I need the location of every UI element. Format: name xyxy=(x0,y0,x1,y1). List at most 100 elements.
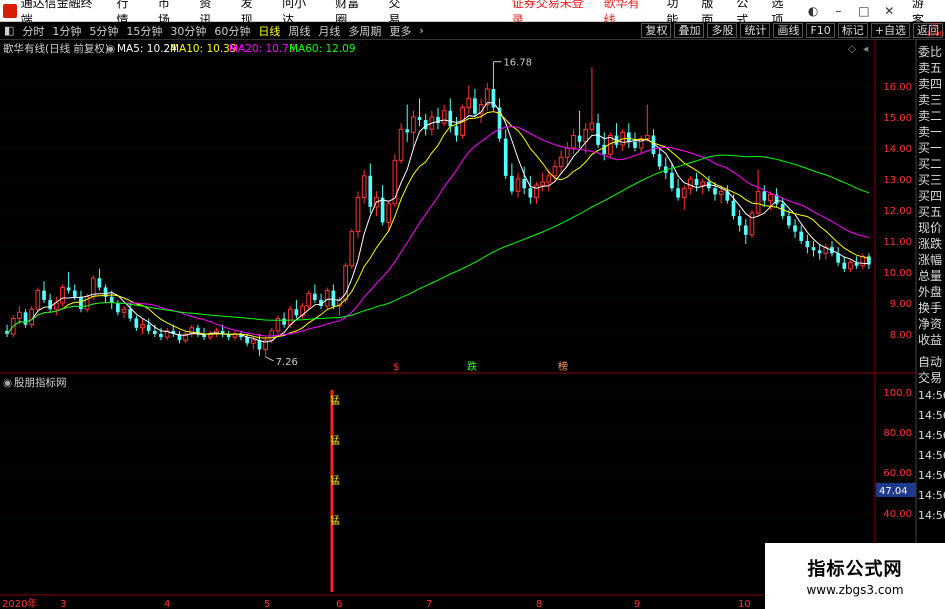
price-tick-label: 11.00 xyxy=(883,237,912,248)
kline-chart[interactable]: 歌华有线(日线 前复权) ◉ MA5: 10.24 MA10: 10.39 MA… xyxy=(0,40,945,609)
ma60-line xyxy=(6,154,870,335)
marker-drop: 跌 xyxy=(467,360,477,373)
candle xyxy=(349,228,355,269)
candle xyxy=(226,330,231,341)
candle xyxy=(657,147,662,170)
candle xyxy=(681,185,687,210)
sub-chart-title: 股朋指标网 xyxy=(14,376,67,389)
candle xyxy=(294,299,299,319)
btn-draw[interactable]: 画线 xyxy=(773,23,804,38)
sub-settings-icon[interactable]: ◉ xyxy=(3,377,12,389)
toolbar-collapse-icon[interactable]: ◧ xyxy=(4,24,14,37)
price-tick-label: 9.00 xyxy=(890,299,912,310)
candle xyxy=(146,318,151,334)
candle xyxy=(644,104,650,142)
candle xyxy=(466,85,472,114)
price-tick-label: 10.00 xyxy=(883,268,912,279)
candle xyxy=(571,129,576,155)
candle xyxy=(743,219,748,245)
candle xyxy=(29,306,35,328)
period-multi[interactable]: 多周期 xyxy=(348,23,381,39)
candle xyxy=(755,169,761,217)
app-logo-icon xyxy=(3,3,17,18)
btn-mark[interactable]: 标记 xyxy=(837,23,868,38)
candle xyxy=(411,110,416,148)
period-more[interactable]: 更多 xyxy=(389,23,411,39)
sub-tick-40: 40.00 xyxy=(883,509,912,520)
candle xyxy=(737,209,742,232)
candle xyxy=(842,256,847,272)
candle xyxy=(694,172,699,192)
low-price-label: 7.26 xyxy=(276,357,298,368)
candle xyxy=(589,67,595,133)
candle xyxy=(836,247,840,266)
minimize-icon[interactable]: – xyxy=(832,4,845,18)
candle xyxy=(799,225,804,245)
low-price-pointer xyxy=(265,356,274,362)
btn-multi-stock[interactable]: 多股 xyxy=(707,23,738,38)
period-5min[interactable]: 5分钟 xyxy=(89,23,118,39)
period-1min[interactable]: 1分钟 xyxy=(52,23,81,39)
trade-times: 14:56 14:56 14:56 14:56 14:56 14:56 14:56 xyxy=(918,386,945,526)
candle xyxy=(196,324,200,338)
candle xyxy=(823,244,829,260)
candle xyxy=(245,333,250,347)
period-60min[interactable]: 60分钟 xyxy=(214,23,250,39)
scroll-left-icon[interactable]: ◂ xyxy=(863,43,869,55)
watermark: 指标公式网 www.zbgs3.com xyxy=(765,543,945,609)
close-icon[interactable]: ✕ xyxy=(883,4,896,18)
diamond-icon[interactable]: ◇ xyxy=(848,43,857,55)
candle xyxy=(534,182,539,204)
period-30min[interactable]: 30分钟 xyxy=(170,23,206,39)
candle xyxy=(774,188,779,207)
period-weekly[interactable]: 周线 xyxy=(288,23,310,39)
quote-label: 买二 xyxy=(918,157,943,171)
btn-overlay[interactable]: 叠加 xyxy=(674,23,705,38)
quote-label: 卖一 xyxy=(918,125,943,139)
btn-adjust[interactable]: 复权 xyxy=(641,23,672,38)
skin-icon[interactable]: ◐ xyxy=(806,4,819,18)
candle xyxy=(48,293,53,313)
top-code: 8C 1000 xyxy=(926,22,944,38)
quote-label: 净资 xyxy=(918,317,943,331)
candle xyxy=(306,290,312,310)
period-monthly[interactable]: 月线 xyxy=(318,23,340,39)
sub-tick-100: 100.0 xyxy=(883,388,912,399)
candle xyxy=(707,175,711,192)
candle xyxy=(614,123,619,148)
ma-settings-icon[interactable]: ◉ xyxy=(106,43,115,55)
candle xyxy=(319,293,323,310)
chevron-right-icon[interactable]: › xyxy=(419,24,423,37)
price-tick-label: 12.00 xyxy=(883,206,912,217)
maximize-icon[interactable]: □ xyxy=(857,4,870,18)
candle xyxy=(66,271,71,294)
candle xyxy=(436,107,440,130)
period-daily[interactable]: 日线 xyxy=(258,23,280,39)
candle xyxy=(515,172,521,198)
quote-label: 卖三 xyxy=(918,93,943,107)
candle xyxy=(207,330,213,341)
candle xyxy=(497,98,502,142)
candle xyxy=(183,330,188,344)
x-label-5: 5 xyxy=(264,599,270,609)
signal-text-4: 猛 xyxy=(330,515,340,527)
candle xyxy=(116,299,120,316)
trade-time: 14:56 xyxy=(918,509,945,522)
x-label-3: 3 xyxy=(60,599,66,609)
candle xyxy=(189,324,195,338)
candle xyxy=(35,287,41,313)
btn-stats[interactable]: 统计 xyxy=(740,23,771,38)
period-tick[interactable]: 分时 xyxy=(22,23,44,39)
period-15min[interactable]: 15分钟 xyxy=(126,23,162,39)
price-tick-label: 14.00 xyxy=(883,144,912,155)
x-label-10: 10 xyxy=(738,599,751,609)
btn-add-favorite[interactable]: +自选 xyxy=(870,23,910,38)
watermark-url: www.zbgs3.com xyxy=(806,583,904,597)
quote-label: 涨幅 xyxy=(918,253,943,267)
btn-f10[interactable]: F10 xyxy=(806,23,835,38)
period-toolbar: ◧ 分时 1分钟 5分钟 15分钟 30分钟 60分钟 日线 周线 月线 多周期… xyxy=(0,22,945,40)
candle xyxy=(805,234,810,254)
quote-label: 买四 xyxy=(918,189,943,203)
quote-label: 涨跌 xyxy=(918,237,943,251)
x-label-6: 6 xyxy=(336,599,342,609)
